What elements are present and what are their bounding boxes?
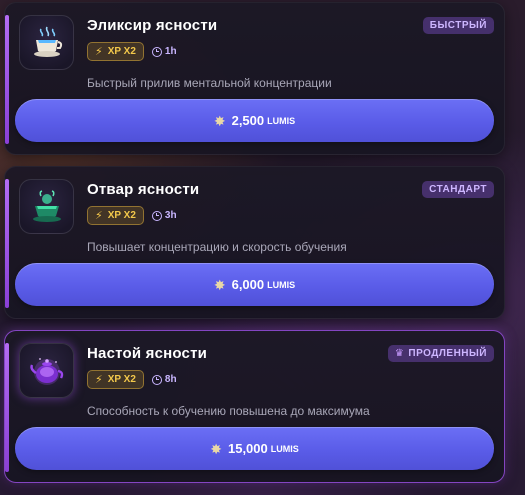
price-currency: LUMIS [267,115,296,126]
herbal-bowl-icon [19,179,74,234]
item-description: Повышает концентрацию и скорость обучени… [87,240,347,254]
lumis-coin-icon: ✸ [213,112,226,129]
card-accent-bar [5,343,9,472]
item-meta-row: ⚡ XP X2 8h [87,370,177,389]
card-accent-bar [5,179,9,308]
xp-badge: ⚡ XP X2 [87,42,144,61]
clock-icon [151,46,162,57]
price-currency: LUMIS [270,443,299,454]
price-amount: 15,000 [227,441,268,456]
price-amount: 2,500 [231,113,265,128]
crown-icon: ♛ [394,348,405,359]
item-description: Быстрый прилив ментальной концентрации [87,76,332,90]
shop-item-card-2: Отвар ясности СТАНДАРТ ⚡ XP X2 3h Повыша… [4,166,505,319]
lightning-icon: ⚡ [95,210,103,222]
lightning-icon: ⚡ [95,374,103,386]
clock-icon [151,210,162,221]
duration-label: 1h [164,46,177,57]
clock-icon [151,374,162,385]
xp-label: XP X2 [107,46,136,57]
duration-label: 3h [164,210,177,221]
card-accent-bar [5,15,9,144]
tier-label: СТАНДАРТ [429,184,487,195]
tier-badge: СТАНДАРТ [422,181,494,198]
teapot-icon [19,343,74,398]
tier-badge: ♛ ПРОДЛЕННЫЙ [387,345,494,362]
xp-badge: ⚡ XP X2 [87,206,144,225]
lightning-icon: ⚡ [95,46,103,58]
buy-button[interactable]: ✸ 6,000 LUMIS [15,263,494,306]
price-currency: LUMIS [267,279,296,290]
duration: 3h [151,210,177,221]
item-description: Способность к обучению повышена до макси… [87,404,370,418]
duration: 8h [151,374,177,385]
item-title: Настой ясности [87,345,208,362]
price-amount: 6,000 [231,277,265,292]
item-meta-row: ⚡ XP X2 1h [87,42,177,61]
lumis-coin-icon: ✸ [213,276,226,293]
lumis-coin-icon: ✸ [210,440,222,457]
shop-item-card-1: Эликсир ясности БЫСТРЫЙ ⚡ XP X2 1h Быстр… [4,2,505,155]
tier-label: ПРОДЛЕННЫЙ [408,348,487,359]
item-meta-row: ⚡ XP X2 3h [87,206,177,225]
buy-button[interactable]: ✸ 2,500 LUMIS [15,99,494,142]
duration-label: 8h [164,374,177,385]
teacup-icon [19,15,74,70]
item-title: Эликсир ясности [87,17,218,34]
shop-item-card-3: Настой ясности ♛ ПРОДЛЕННЫЙ ⚡ XP X2 8h С… [4,330,505,483]
xp-badge: ⚡ XP X2 [87,370,144,389]
duration: 1h [151,46,177,57]
item-title: Отвар ясности [87,181,200,198]
tier-label: БЫСТРЫЙ [429,20,487,31]
xp-label: XP X2 [107,210,136,221]
buy-button[interactable]: ✸ 15,000 LUMIS [15,427,494,470]
xp-label: XP X2 [107,374,136,385]
tier-badge: БЫСТРЫЙ [422,17,494,34]
